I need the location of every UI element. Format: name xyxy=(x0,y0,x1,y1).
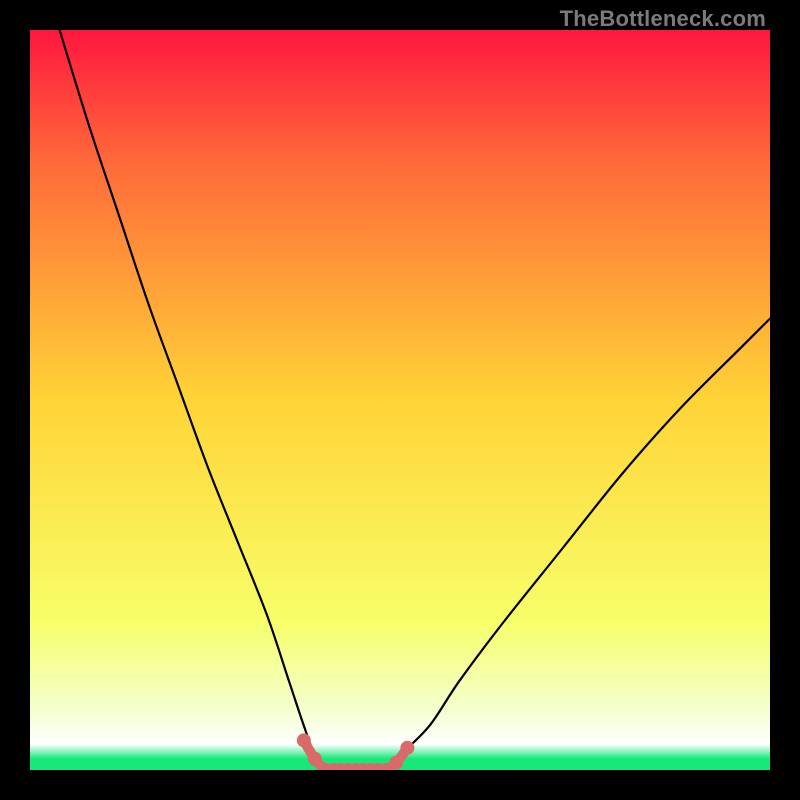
trough-marker-dot xyxy=(389,756,403,770)
trough-marker-dot xyxy=(297,733,311,747)
plot-area xyxy=(30,30,770,770)
trough-marker-dot xyxy=(400,741,414,755)
trough-marker-dot xyxy=(308,752,322,766)
bottleneck-curve-main xyxy=(60,30,770,770)
outer-frame: TheBottleneck.com xyxy=(0,0,800,800)
watermark-text: TheBottleneck.com xyxy=(560,6,766,32)
curve-layer xyxy=(30,30,770,770)
